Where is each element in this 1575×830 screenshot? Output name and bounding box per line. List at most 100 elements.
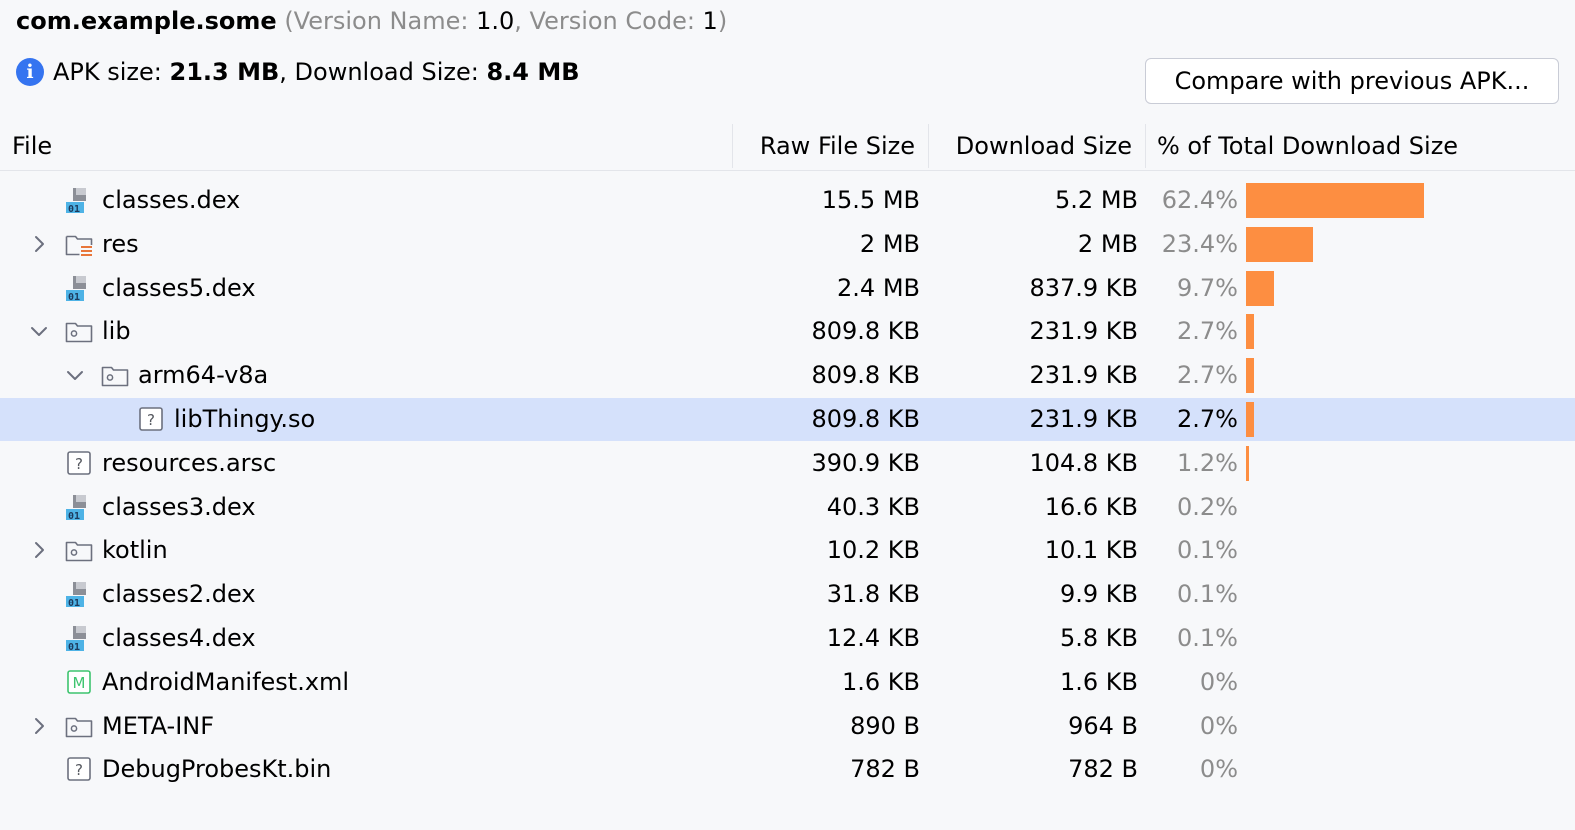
raw-file-size: 782 B: [850, 755, 920, 784]
file-name: arm64-v8a: [138, 361, 269, 390]
download-size: 837.9 KB: [1029, 273, 1138, 302]
size-bar: [1246, 314, 1254, 350]
raw-file-size: 40.3 KB: [826, 492, 920, 521]
svg-text:01: 01: [68, 598, 80, 609]
raw-file-size: 31.8 KB: [826, 580, 920, 609]
chevron-right-icon[interactable]: [28, 715, 50, 737]
svg-text:01: 01: [68, 511, 80, 522]
folder-icon: [100, 360, 130, 390]
download-size: 964 B: [1068, 711, 1138, 740]
percent-of-total: 0%: [1199, 755, 1238, 784]
chevron-down-icon[interactable]: [64, 364, 86, 386]
file-name: classes.dex: [102, 186, 241, 214]
unknown-file-icon: ?: [136, 404, 166, 434]
resource-folder-icon: [64, 229, 94, 259]
size-bar: [1246, 445, 1250, 481]
size-bar: [1246, 402, 1254, 437]
table-row[interactable]: lib 809.8 KB 231.9 KB 2.7%: [0, 310, 1575, 353]
percent-of-total: 2.7%: [1177, 405, 1238, 433]
percent-of-total: 62.4%: [1161, 186, 1238, 214]
dex-file-icon: 01: [64, 579, 94, 609]
download-size: 231.9 KB: [1029, 405, 1138, 433]
raw-file-size: 12.4 KB: [826, 624, 920, 652]
svg-text:M: M: [73, 674, 86, 692]
file-name: META-INF: [102, 711, 215, 740]
version-code: 1: [702, 7, 718, 35]
size-bar: [1246, 226, 1313, 262]
table-row[interactable]: 01 classes.dex 15.5 MB 5.2 MB 62.4%: [0, 179, 1575, 222]
download-size: 1.6 KB: [1060, 667, 1138, 696]
download-size: 5.8 KB: [1060, 624, 1138, 652]
apk-size-label: APK size:: [53, 58, 162, 86]
raw-file-size: 10.2 KB: [826, 536, 920, 565]
raw-file-size: 2.4 MB: [837, 273, 920, 302]
table-row[interactable]: ? libThingy.so 809.8 KB 231.9 KB 2.7%: [0, 398, 1575, 441]
file-name: kotlin: [102, 536, 168, 565]
package-header: com.example.some (Version Name: 1.0, Ver…: [16, 5, 727, 37]
raw-file-size: 809.8 KB: [811, 361, 920, 390]
column-header-percent[interactable]: % of Total Download Size: [1157, 122, 1458, 170]
download-size-label: , Download Size:: [279, 58, 479, 86]
chevron-down-icon[interactable]: [28, 320, 50, 342]
raw-file-size: 1.6 KB: [842, 667, 920, 696]
table-header: File Raw File Size Download Size % of To…: [0, 122, 1575, 171]
file-name: res: [102, 229, 139, 258]
version-info: (Version Name: 1.0, Version Code: 1): [284, 7, 728, 35]
file-name: lib: [102, 317, 131, 346]
file-name: classes3.dex: [102, 492, 256, 521]
column-header-raw-size[interactable]: Raw File Size: [732, 122, 915, 170]
version-name: 1.0: [476, 7, 515, 35]
file-name: libThingy.so: [174, 405, 316, 433]
svg-text:?: ?: [147, 411, 155, 429]
chevron-right-icon[interactable]: [28, 233, 50, 255]
download-size: 231.9 KB: [1029, 317, 1138, 346]
raw-file-size: 390.9 KB: [811, 448, 920, 477]
column-header-file[interactable]: File: [12, 122, 52, 170]
percent-of-total: 0%: [1199, 711, 1238, 740]
chevron-right-icon[interactable]: [28, 539, 50, 561]
size-bar: [1246, 183, 1424, 218]
download-size: 10.1 KB: [1044, 536, 1138, 565]
folder-icon: [64, 535, 94, 565]
svg-text:01: 01: [68, 642, 80, 653]
table-row[interactable]: ? resources.arsc 390.9 KB 104.8 KB 1.2%: [0, 442, 1575, 485]
table-row[interactable]: ? DebugProbesKt.bin 782 B 782 B 0%: [0, 748, 1575, 791]
table-row[interactable]: 01 classes3.dex 40.3 KB 16.6 KB 0.2%: [0, 486, 1575, 529]
raw-file-size: 809.8 KB: [811, 317, 920, 346]
column-header-download-size[interactable]: Download Size: [928, 122, 1132, 170]
raw-file-size: 890 B: [850, 711, 920, 740]
table-row[interactable]: M AndroidManifest.xml 1.6 KB 1.6 KB 0%: [0, 661, 1575, 704]
table-row[interactable]: kotlin 10.2 KB 10.1 KB 0.1%: [0, 529, 1575, 572]
column-separator[interactable]: [1145, 124, 1146, 168]
percent-of-total: 0.1%: [1177, 536, 1238, 565]
table-row[interactable]: 01 classes2.dex 31.8 KB 9.9 KB 0.1%: [0, 573, 1575, 616]
file-name: resources.arsc: [102, 448, 277, 477]
table-row[interactable]: META-INF 890 B 964 B 0%: [0, 705, 1575, 748]
download-size: 104.8 KB: [1029, 448, 1138, 477]
table-row[interactable]: arm64-v8a 809.8 KB 231.9 KB 2.7%: [0, 354, 1575, 397]
download-size: 782 B: [1068, 755, 1138, 784]
download-size-value: 8.4 MB: [486, 58, 580, 86]
table-row[interactable]: 01 classes4.dex 12.4 KB 5.8 KB 0.1%: [0, 617, 1575, 660]
unknown-file-icon: ?: [64, 754, 94, 784]
table-row[interactable]: res 2 MB 2 MB 23.4%: [0, 223, 1575, 266]
percent-of-total: 9.7%: [1177, 273, 1238, 302]
file-name: classes2.dex: [102, 580, 256, 609]
percent-of-total: 2.7%: [1177, 361, 1238, 390]
table-row[interactable]: 01 classes5.dex 2.4 MB 837.9 KB 9.7%: [0, 267, 1575, 310]
percent-of-total: 2.7%: [1177, 317, 1238, 346]
download-size: 5.2 MB: [1055, 186, 1138, 214]
compare-previous-apk-button[interactable]: Compare with previous APK...: [1145, 58, 1559, 104]
apk-size-value: 21.3 MB: [169, 58, 280, 86]
folder-icon: [64, 316, 94, 346]
svg-text:01: 01: [68, 204, 80, 215]
percent-of-total: 1.2%: [1177, 448, 1238, 477]
folder-icon: [64, 711, 94, 741]
unknown-file-icon: ?: [64, 448, 94, 478]
raw-file-size: 2 MB: [859, 229, 920, 258]
dex-file-icon: 01: [64, 492, 94, 522]
file-name: classes5.dex: [102, 273, 256, 302]
download-size: 16.6 KB: [1044, 492, 1138, 521]
file-name: AndroidManifest.xml: [102, 667, 350, 696]
package-name: com.example.some: [16, 7, 277, 35]
